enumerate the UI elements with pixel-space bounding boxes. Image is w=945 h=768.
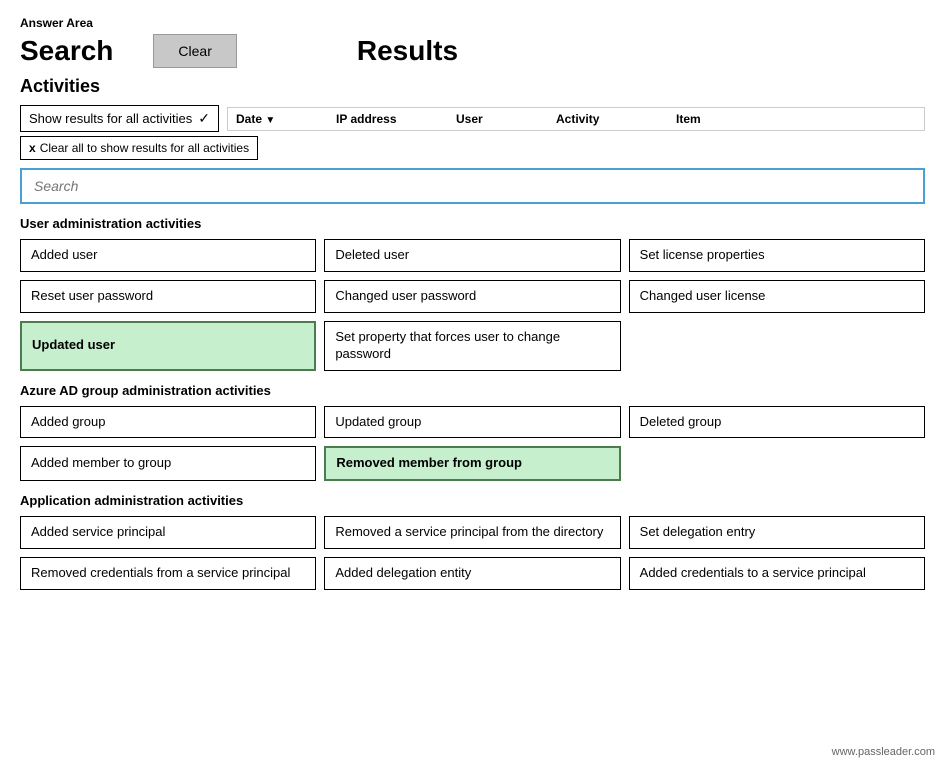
activity-btn-added-credentials[interactable]: Added credentials to a service principal [629,557,925,590]
activity-btn-updated-user[interactable]: Updated user [20,321,316,371]
activities-dropdown[interactable]: Show results for all activities ✓ [20,105,219,132]
activity-btn-added-delegation-entity[interactable]: Added delegation entity [324,557,620,590]
activity-btn-changed-license[interactable]: Changed user license [629,280,925,313]
azure-ad-grid: Added group Updated group Deleted group … [20,406,925,482]
results-title: Results [357,35,458,67]
activity-btn-changed-password[interactable]: Changed user password [324,280,620,313]
activity-btn-added-user[interactable]: Added user [20,239,316,272]
search-input-row [20,168,925,204]
user-admin-grid: Added user Deleted user Set license prop… [20,239,925,371]
activity-btn-set-delegation[interactable]: Set delegation entry [629,516,925,549]
col-header-ip: IP address [336,112,456,126]
col-header-activity: Activity [556,112,676,126]
col-header-item: Item [676,112,756,126]
watermark: www.passleader.com [832,746,935,758]
user-admin-section-label: User administration activities [20,216,925,231]
answer-area-label: Answer Area [20,16,925,30]
activities-dropdown-label: Show results for all activities [29,111,192,126]
activity-btn-deleted-group[interactable]: Deleted group [629,406,925,439]
activity-btn-removed-service-principal[interactable]: Removed a service principal from the dir… [324,516,620,549]
column-headers: Date ▼ IP address User Activity Item [227,107,925,131]
app-admin-grid: Added service principal Removed a servic… [20,516,925,590]
search-input[interactable] [20,168,925,204]
activity-btn-updated-group[interactable]: Updated group [324,406,620,439]
user-admin-empty-cell [629,321,925,371]
col-header-user: User [456,112,556,126]
azure-ad-section-label: Azure AD group administration activities [20,383,925,398]
top-row: Search Clear Results [20,34,925,68]
activity-btn-removed-member[interactable]: Removed member from group [324,446,620,481]
activity-btn-set-license[interactable]: Set license properties [629,239,925,272]
search-title: Search [20,35,113,67]
activity-btn-added-group[interactable]: Added group [20,406,316,439]
activity-btn-added-member[interactable]: Added member to group [20,446,316,481]
azure-ad-empty-cell [629,446,925,481]
clear-tag-label: Clear all to show results for all activi… [40,141,249,155]
table-header-row: Show results for all activities ✓ Date ▼… [20,105,925,132]
sort-arrow-icon: ▼ [265,115,275,126]
activity-btn-reset-password[interactable]: Reset user password [20,280,316,313]
clear-tag-row: x Clear all to show results for all acti… [20,136,925,160]
app-admin-section-label: Application administration activities [20,493,925,508]
col-header-date: Date ▼ [236,112,336,126]
activity-btn-force-change-password[interactable]: Set property that forces user to change … [324,321,620,371]
checkmark-icon: ✓ [198,110,210,127]
activities-section-label: Activities [20,76,925,97]
x-icon: x [29,141,36,155]
clear-button[interactable]: Clear [153,34,236,68]
activity-btn-added-service-principal[interactable]: Added service principal [20,516,316,549]
activity-btn-removed-credentials[interactable]: Removed credentials from a service princ… [20,557,316,590]
clear-tag[interactable]: x Clear all to show results for all acti… [20,136,258,160]
activity-btn-deleted-user[interactable]: Deleted user [324,239,620,272]
